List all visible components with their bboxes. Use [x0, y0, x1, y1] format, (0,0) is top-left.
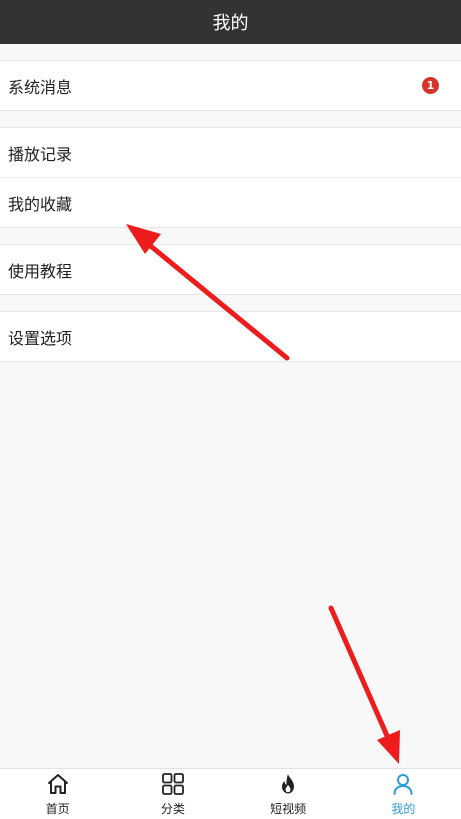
menu-item-settings[interactable]: 设置选项 [0, 312, 461, 361]
menu-item-favorites[interactable]: 我的收藏 [0, 177, 461, 227]
tab-home[interactable]: 首页 [0, 769, 115, 819]
tab-category[interactable]: 分类 [115, 769, 230, 819]
tab-label: 首页 [45, 802, 70, 816]
menu-group-tutorial: 使用教程 [0, 244, 461, 295]
menu-item-label: 播放记录 [8, 144, 73, 164]
menu-item-messages[interactable]: 系统消息 1 [0, 61, 461, 110]
page-title: 我的 [212, 13, 249, 34]
page-header: 我的 [0, 0, 461, 44]
home-icon [45, 771, 71, 797]
menu-group-settings: 设置选项 [0, 311, 461, 362]
menu-item-tutorial[interactable]: 使用教程 [0, 245, 461, 294]
menu-group-messages: 系统消息 1 [0, 60, 461, 111]
menu-group-media: 播放记录 我的收藏 [0, 127, 461, 228]
menu-item-label: 设置选项 [8, 328, 73, 348]
tab-short-video[interactable]: 短视频 [231, 769, 346, 819]
tab-label: 分类 [160, 802, 185, 816]
tab-mine[interactable]: 我的 [346, 769, 461, 819]
flame-icon [275, 771, 301, 797]
menu-item-history[interactable]: 播放记录 [0, 128, 461, 177]
unread-badge: 1 [422, 77, 439, 94]
user-icon [390, 771, 416, 797]
menu-list: 系统消息 1 播放记录 我的收藏 使用教程 设置选项 [0, 44, 461, 362]
menu-item-label: 使用教程 [8, 261, 73, 281]
tab-label: 短视频 [270, 802, 307, 816]
arrow-to-mine-tab [328, 605, 400, 764]
tab-label: 我的 [391, 802, 416, 816]
menu-item-label: 系统消息 [8, 77, 73, 97]
grid-icon [160, 771, 186, 797]
bottom-tab-bar: 首页 分类 短视频 我的 [0, 768, 461, 819]
menu-item-label: 我的收藏 [8, 194, 73, 214]
